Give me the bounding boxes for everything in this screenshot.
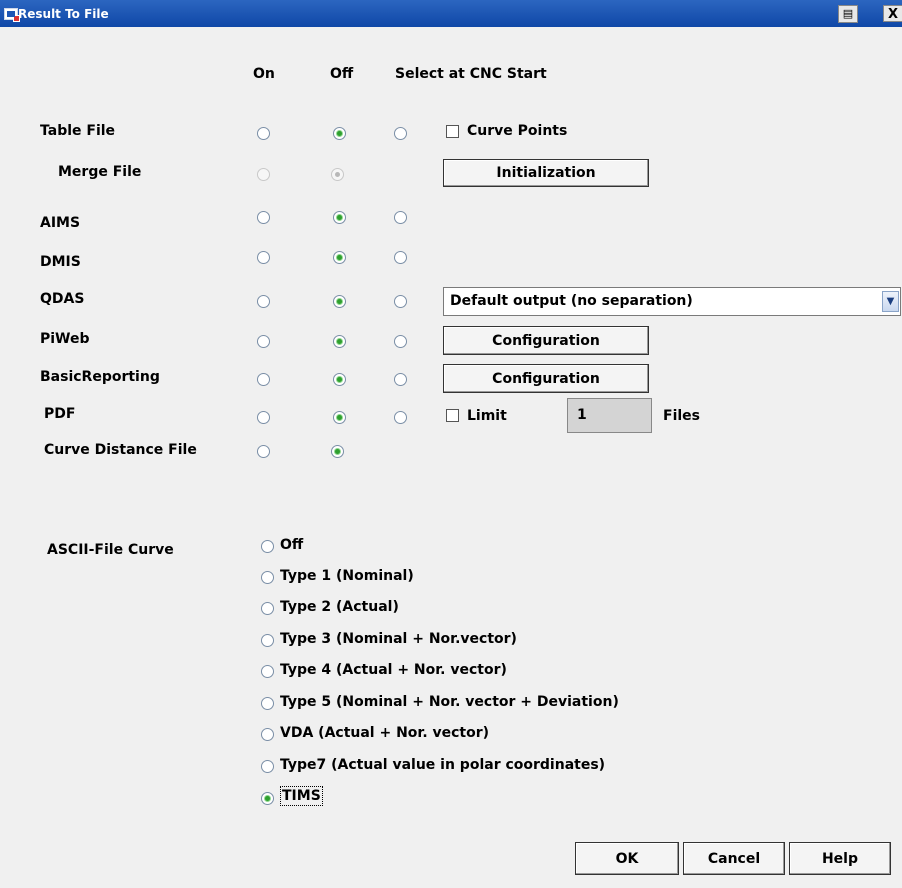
row-label-qdas: QDAS [40, 291, 85, 307]
pdf-limit-label: Limit [467, 408, 507, 424]
ascii-curve-option-label-selected: TIMS [280, 786, 323, 806]
table-file-on-radio[interactable] [257, 127, 270, 140]
curve-distance-off-radio[interactable] [331, 445, 344, 458]
ascii-curve-option-radio[interactable] [261, 634, 274, 647]
cancel-button[interactable]: Cancel [683, 842, 785, 875]
dmis-off-radio[interactable] [333, 251, 346, 264]
ascii-curve-option-radio[interactable] [261, 697, 274, 710]
ascii-curve-option-radio[interactable] [261, 665, 274, 678]
merge-file-on-radio [257, 168, 270, 181]
chevron-down-icon[interactable]: ▼ [882, 291, 899, 312]
row-label-piweb: PiWeb [40, 331, 90, 347]
pdf-on-radio[interactable] [257, 411, 270, 424]
ascii-curve-option-radio[interactable] [261, 571, 274, 584]
ascii-curve-option-radio[interactable] [261, 602, 274, 615]
close-icon[interactable]: X [883, 5, 902, 22]
table-file-select-radio[interactable] [394, 127, 407, 140]
row-label-aims: AIMS [40, 215, 81, 231]
dmis-select-radio[interactable] [394, 251, 407, 264]
row-label-curve-distance-file: Curve Distance File [44, 442, 197, 458]
qdas-output-dropdown[interactable]: Default output (no separation) ▼ [443, 287, 901, 316]
ascii-curve-option-label: VDA (Actual + Nor. vector) [280, 725, 490, 741]
aims-off-radio[interactable] [333, 211, 346, 224]
pdf-limit-value: 1 [577, 407, 587, 423]
column-header-select-at-cnc-start: Select at CNC Start [395, 66, 547, 82]
column-header-on: On [253, 66, 275, 82]
print-icon[interactable]: ▤ [838, 5, 858, 23]
piweb-configuration-button[interactable]: Configuration [443, 326, 649, 355]
title-bar: Result To File ▤ X [0, 0, 902, 27]
basicreporting-on-radio[interactable] [257, 373, 270, 386]
piweb-select-radio[interactable] [394, 335, 407, 348]
row-label-table-file: Table File [40, 123, 116, 139]
piweb-off-radio[interactable] [333, 335, 346, 348]
table-file-off-radio[interactable] [333, 127, 346, 140]
pdf-off-radio[interactable] [333, 411, 346, 424]
column-header-off: Off [330, 66, 354, 82]
ascii-curve-option-label: Type7 (Actual value in polar coordinates… [280, 757, 606, 773]
row-label-basicreporting: BasicReporting [40, 369, 160, 385]
help-button[interactable]: Help [789, 842, 891, 875]
ascii-curve-option-label: Type 3 (Nominal + Nor.vector) [280, 631, 517, 647]
ascii-curve-option-radio[interactable] [261, 760, 274, 773]
piweb-on-radio[interactable] [257, 335, 270, 348]
pdf-limit-unit: Files [663, 408, 700, 424]
pdf-limit-checkbox[interactable] [446, 409, 459, 422]
window-title: Result To File [18, 7, 109, 21]
initialization-button[interactable]: Initialization [443, 159, 649, 187]
ascii-curve-option-label: Type 2 (Actual) [280, 599, 399, 615]
qdas-output-value: Default output (no separation) [450, 293, 693, 309]
aims-select-radio[interactable] [394, 211, 407, 224]
ascii-curve-option-label: Off [280, 537, 304, 553]
ascii-curve-option-label: Type 1 (Nominal) [280, 568, 414, 584]
ascii-curve-option-radio-selected[interactable] [261, 792, 274, 805]
ascii-curve-option-label: Type 4 (Actual + Nor. vector) [280, 662, 507, 678]
curve-points-checkbox[interactable] [446, 125, 459, 138]
ascii-curve-option-radio[interactable] [261, 728, 274, 741]
row-label-pdf: PDF [44, 406, 76, 422]
row-label-merge-file: Merge File [58, 164, 142, 180]
basicreporting-select-radio[interactable] [394, 373, 407, 386]
ascii-file-curve-label: ASCII-File Curve [47, 542, 174, 558]
aims-on-radio[interactable] [257, 211, 270, 224]
dmis-on-radio[interactable] [257, 251, 270, 264]
row-label-dmis: DMIS [40, 254, 81, 270]
curve-points-label: Curve Points [467, 123, 568, 139]
basicreporting-off-radio[interactable] [333, 373, 346, 386]
qdas-off-radio[interactable] [333, 295, 346, 308]
curve-distance-on-radio[interactable] [257, 445, 270, 458]
ascii-curve-option-label: Type 5 (Nominal + Nor. vector + Deviatio… [280, 694, 619, 710]
ok-button[interactable]: OK [575, 842, 679, 875]
basicreporting-configuration-button[interactable]: Configuration [443, 364, 649, 393]
qdas-on-radio[interactable] [257, 295, 270, 308]
ascii-curve-option-radio[interactable] [261, 540, 274, 553]
window-app-icon [4, 8, 20, 22]
pdf-limit-input[interactable]: 1 [567, 398, 652, 433]
pdf-select-radio[interactable] [394, 411, 407, 424]
qdas-select-radio[interactable] [394, 295, 407, 308]
merge-file-off-radio [331, 168, 344, 181]
